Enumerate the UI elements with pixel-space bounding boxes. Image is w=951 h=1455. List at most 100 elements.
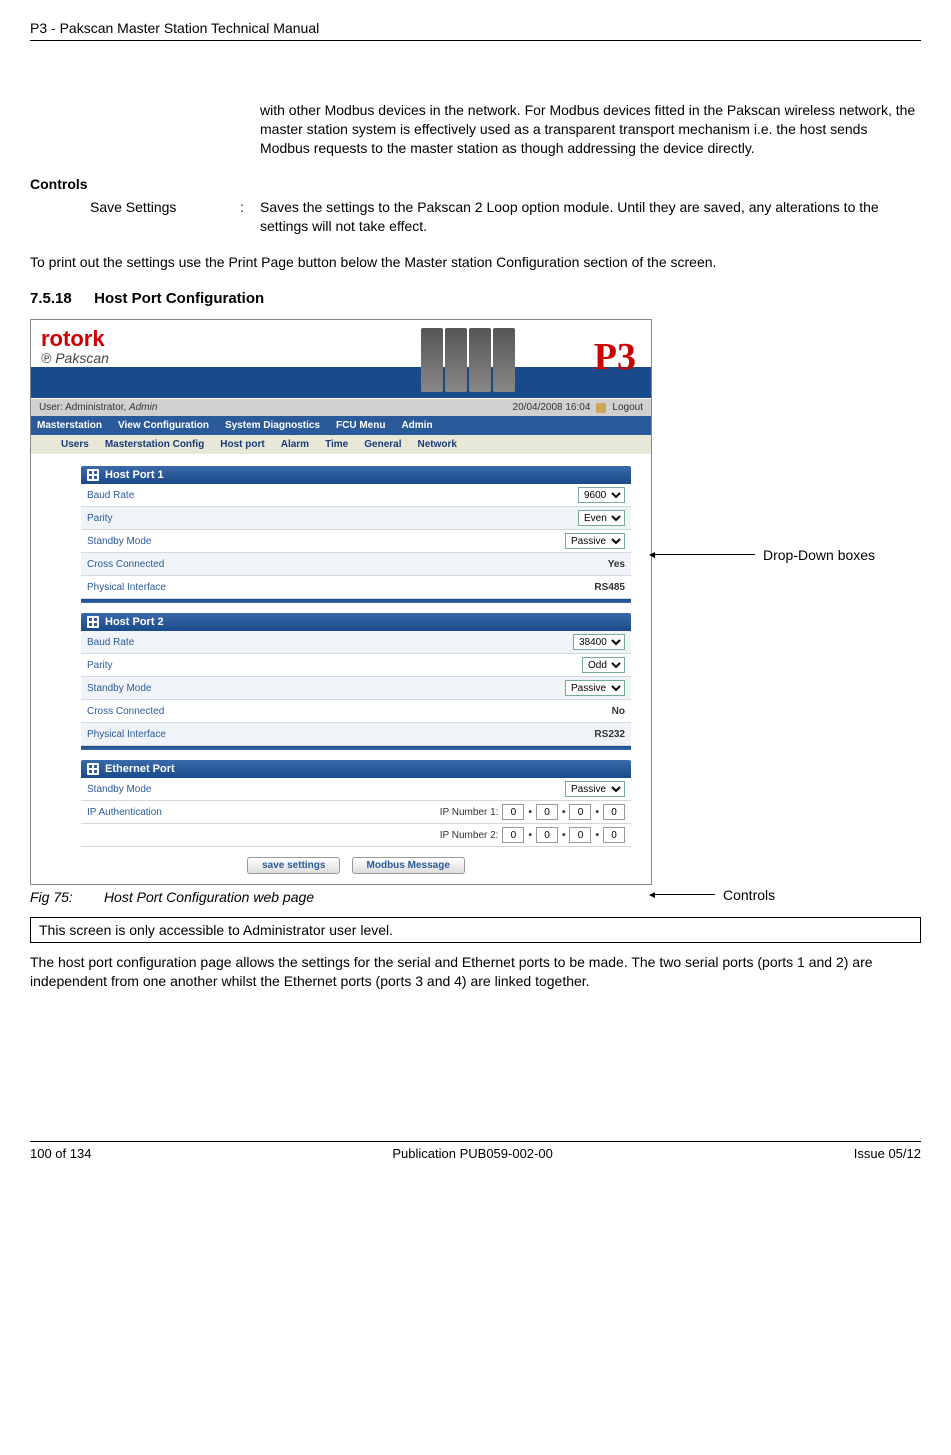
p1-phys-label: Physical Interface [87, 582, 166, 593]
p2-standby-select[interactable]: Passive [565, 680, 625, 696]
p2-standby-label: Standby Mode [87, 683, 152, 694]
p1-phys-value: RS485 [594, 582, 625, 593]
p2-phys-label: Physical Interface [87, 729, 166, 740]
p2-parity-label: Parity [87, 660, 113, 671]
button-row: save settings Modbus Message [81, 857, 631, 874]
p3-standby-label: Standby Mode [87, 784, 152, 795]
p1-baud-label: Baud Rate [87, 490, 134, 501]
section-title: Host Port Configuration [94, 290, 264, 307]
logo-pakscan: ℗ Pakscan [41, 350, 109, 366]
figure-caption: Fig 75: Host Port Configuration web page [30, 889, 921, 905]
p1-standby-select[interactable]: Passive [565, 533, 625, 549]
ip1-oct1[interactable] [502, 804, 524, 820]
user-info: User: Administrator, Admin [39, 402, 157, 413]
p2-standby-row: Standby Mode Passive [81, 677, 631, 700]
panel3-header: Ethernet Port [81, 760, 631, 778]
p2-baud-label: Baud Rate [87, 637, 134, 648]
banner: rotork ℗ Pakscan P3 [31, 320, 651, 399]
save-settings-label: Save Settings [90, 198, 240, 236]
submenu-alarm[interactable]: Alarm [281, 439, 309, 450]
panel-icon [87, 763, 99, 775]
p1-baud-select[interactable]: 9600 [578, 487, 625, 503]
modbus-message-button[interactable]: Modbus Message [352, 857, 465, 874]
p2-cross-value: No [612, 706, 625, 717]
ip1-oct3[interactable] [569, 804, 591, 820]
p2-parity-row: Parity Odd [81, 654, 631, 677]
p1-cross-label: Cross Connected [87, 559, 164, 570]
save-settings-button[interactable]: save settings [247, 857, 340, 874]
submenu-network[interactable]: Network [418, 439, 457, 450]
p3-ipauth-row: IP Authentication IP Number 1: • • • [81, 801, 631, 824]
p1-standby-label: Standby Mode [87, 536, 152, 547]
p1-cross-value: Yes [608, 559, 625, 570]
submenu-time[interactable]: Time [325, 439, 348, 450]
ip1-group: IP Number 1: • • • [440, 804, 625, 820]
colon: : [240, 198, 260, 236]
logo-rotork: rotork [41, 326, 109, 352]
intro-paragraph: with other Modbus devices in the network… [260, 101, 921, 158]
datetime: 20/04/2008 16:04 [513, 402, 591, 413]
ip2-oct1[interactable] [502, 827, 524, 843]
footer-rule [30, 1141, 921, 1142]
header-rule [30, 40, 921, 41]
footer: 100 of 134 Publication PUB059-002-00 Iss… [30, 1141, 921, 1161]
panel-icon [87, 616, 99, 628]
panel1-header: Host Port 1 [81, 466, 631, 484]
save-settings-text: Saves the settings to the Pakscan 2 Loop… [260, 198, 921, 236]
submenu-general[interactable]: General [364, 439, 401, 450]
menu-masterstation[interactable]: Masterstation [37, 420, 102, 431]
p3-standby-select[interactable]: Passive [565, 781, 625, 797]
menu-sys-diag[interactable]: System Diagnostics [225, 420, 320, 431]
p2-baud-row: Baud Rate 38400 [81, 631, 631, 654]
p2-cross-row: Cross Connected No [81, 700, 631, 723]
device-image [421, 328, 561, 392]
section-number: 7.5.18 [30, 290, 90, 307]
p1-parity-row: Parity Even [81, 507, 631, 530]
p1-baud-row: Baud Rate 9600 [81, 484, 631, 507]
p2-cross-label: Cross Connected [87, 706, 164, 717]
section-heading: 7.5.18 Host Port Configuration [30, 290, 921, 307]
ip2-oct3[interactable] [569, 827, 591, 843]
menu-admin[interactable]: Admin [401, 420, 432, 431]
ip2-oct2[interactable] [536, 827, 558, 843]
submenu-ms-config[interactable]: Masterstation Config [105, 439, 204, 450]
screenshot-figure: rotork ℗ Pakscan P3 User: Administrator,… [30, 319, 921, 885]
panel-icon [87, 469, 99, 481]
primary-menu: Masterstation View Configuration System … [31, 416, 651, 435]
menu-view-config[interactable]: View Configuration [118, 420, 209, 431]
submenu-users[interactable]: Users [61, 439, 89, 450]
p1-parity-label: Parity [87, 513, 113, 524]
controls-heading: Controls [30, 176, 921, 192]
p2-phys-value: RS232 [594, 729, 625, 740]
note-box: This screen is only accessible to Admini… [30, 917, 921, 943]
page-number: 100 of 134 [30, 1146, 91, 1161]
annotation-dropdown: Drop-Down boxes [655, 547, 875, 563]
user-bar: User: Administrator, Admin 20/04/2008 16… [31, 399, 651, 416]
lock-icon [596, 403, 606, 413]
print-instructions: To print out the settings use the Print … [30, 253, 921, 272]
p1-parity-select[interactable]: Even [578, 510, 625, 526]
p2-parity-select[interactable]: Odd [582, 657, 625, 673]
ip1-oct4[interactable] [603, 804, 625, 820]
logout-link[interactable]: Logout [612, 402, 643, 413]
secondary-menu: Users Masterstation Config Host port Ala… [31, 435, 651, 454]
publication: Publication PUB059-002-00 [392, 1146, 552, 1161]
p2-phys-row: Physical Interface RS232 [81, 723, 631, 746]
ip2-oct4[interactable] [603, 827, 625, 843]
ip2-group: IP Number 2: • • • [440, 827, 625, 843]
p3-ip2-row: IP Number 2: • • • [81, 824, 631, 847]
p1-phys-row: Physical Interface RS485 [81, 576, 631, 599]
issue: Issue 05/12 [854, 1146, 921, 1161]
p3-logo: P3 [594, 335, 636, 379]
logo: rotork ℗ Pakscan [41, 326, 109, 366]
submenu-hostport[interactable]: Host port [220, 439, 264, 450]
p1-cross-row: Cross Connected Yes [81, 553, 631, 576]
p2-baud-select[interactable]: 38400 [573, 634, 625, 650]
panel2-header: Host Port 2 [81, 613, 631, 631]
menu-fcu[interactable]: FCU Menu [336, 420, 385, 431]
ip1-oct2[interactable] [536, 804, 558, 820]
p3-ipauth-label: IP Authentication [87, 807, 162, 818]
p3-standby-row: Standby Mode Passive [81, 778, 631, 801]
p1-standby-row: Standby Mode Passive [81, 530, 631, 553]
save-settings-row: Save Settings : Saves the settings to th… [90, 198, 921, 236]
